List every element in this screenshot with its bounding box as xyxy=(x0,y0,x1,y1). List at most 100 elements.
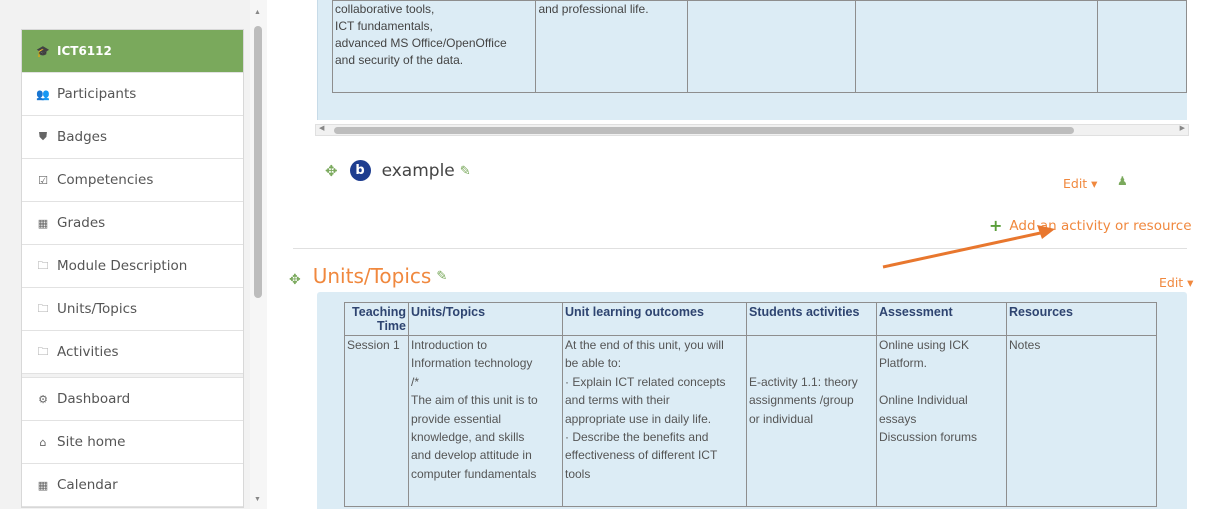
table-header-row: Teaching Time Units/Topics Unit learning… xyxy=(344,302,1157,336)
cell-line: computer fundamentals xyxy=(411,466,537,481)
sidebar-scrollbar[interactable]: ▲ ▼ xyxy=(250,0,267,509)
nav-item-label: Participants xyxy=(57,86,137,102)
cell-line: Information technology xyxy=(411,356,533,371)
cell-line: Discussion forums xyxy=(879,430,978,445)
cell-line: collaborative tools, xyxy=(335,2,435,16)
shield-icon: ⛊ xyxy=(38,130,48,143)
pencil-icon[interactable]: ✎ xyxy=(436,268,447,284)
nav-item-competencies[interactable]: ☑ Competencies xyxy=(22,159,243,202)
table-cell xyxy=(1097,0,1187,93)
cell-line: Platform. xyxy=(879,356,928,371)
nav-item-label: Dashboard xyxy=(57,391,131,407)
table-cell: collaborative tools, ICT fundamentals, a… xyxy=(331,0,537,93)
horizontal-scrollbar[interactable]: ◀ ▶ xyxy=(315,124,1189,136)
cell-line: The aim of this unit is to xyxy=(411,393,538,408)
horizontal-scrollbar-thumb[interactable] xyxy=(334,127,1074,134)
table-cell: Online using ICK Platform. Online Indivi… xyxy=(876,335,1007,507)
move-icon[interactable]: ✥ xyxy=(325,162,338,180)
nav-item-label: Module Description xyxy=(57,258,188,274)
annotation-arrow xyxy=(882,225,1055,269)
table-cell: E-activity 1.1: theory assignments /grou… xyxy=(746,335,877,507)
column-header: Assessment xyxy=(876,302,1007,336)
nav-item-participants[interactable]: 👥 Participants xyxy=(22,73,243,116)
nav-item-course[interactable]: 🎓 ICT6112 xyxy=(22,30,243,73)
nav-item-label: Badges xyxy=(57,129,108,145)
pencil-icon[interactable]: ✎ xyxy=(460,163,471,179)
scroll-down-arrow-icon[interactable]: ▼ xyxy=(254,496,261,503)
cell-line: knowledge, and skills xyxy=(411,430,525,445)
course-navigation: 🎓 ICT6112 👥 Participants ⛊ Badges ☑ Competen… xyxy=(21,29,244,508)
cell-line: provide essential xyxy=(411,411,502,426)
nav-item-calendar[interactable]: ▦ Calendar xyxy=(22,464,243,507)
cell-line: advanced MS Office/OpenOffice xyxy=(335,36,507,50)
nav-item-label: Competencies xyxy=(57,172,154,188)
cell-line: Notes xyxy=(1009,338,1041,352)
table-icon: ▦ xyxy=(37,216,49,230)
sidebar: 🎓 ICT6112 👥 Participants ⛊ Badges ☑ Competen… xyxy=(0,0,250,509)
nav-item-activities[interactable]: 🗀 Activities xyxy=(22,331,243,374)
main-content: collaborative tools, ICT fundamentals, a… xyxy=(267,0,1221,509)
cell-line: and security of the data. xyxy=(335,53,464,67)
table-cell: At the end of this unit, you will be abl… xyxy=(562,335,747,507)
dashboard-icon: ⚙ xyxy=(38,392,48,406)
scroll-up-arrow-icon[interactable]: ▲ xyxy=(254,9,261,16)
cell-line: assignments /group xyxy=(749,393,854,408)
nav-item-label: Site home xyxy=(57,434,126,450)
cell-line: tools xyxy=(565,466,591,481)
nav-item-badges[interactable]: ⛊ Badges xyxy=(22,116,243,159)
nav-item-dashboard[interactable]: ⚙ Dashboard xyxy=(22,378,243,421)
cell-line: Online using ICK xyxy=(879,338,970,352)
graduation-cap-icon: 🎓 xyxy=(36,44,50,58)
section-edit-menu[interactable]: Edit ▾ xyxy=(1159,275,1193,290)
scrollbar-thumb[interactable] xyxy=(254,26,262,298)
column-header: Students activities xyxy=(746,302,877,336)
cell-line: effectiveness of different ICT xyxy=(565,448,718,463)
nav-item-label: Units/Topics xyxy=(57,301,138,317)
cell-line xyxy=(879,373,1004,391)
user-icon[interactable]: ♟ xyxy=(1117,174,1128,188)
nav-item-site-home[interactable]: ⌂ Site home xyxy=(22,421,243,464)
cell-line: · Explain ICT related concepts xyxy=(565,374,726,389)
cell-line: be able to: xyxy=(565,356,622,371)
cell-line xyxy=(749,354,874,372)
description-box: collaborative tools, ICT fundamentals, a… xyxy=(317,0,1187,120)
description-table: collaborative tools, ICT fundamentals, a… xyxy=(331,0,1187,93)
table-cell: Notes xyxy=(1006,335,1157,507)
column-header: Teaching Time xyxy=(344,302,409,336)
scroll-left-arrow-icon[interactable]: ◀ xyxy=(319,124,324,132)
table-cell xyxy=(854,0,1099,93)
table-cell xyxy=(687,0,856,93)
table-cell: Introduction to Information technology /… xyxy=(408,335,563,507)
nav-item-units-topics[interactable]: 🗀 Units/Topics xyxy=(22,288,243,331)
activity-name-link[interactable]: example xyxy=(382,161,455,181)
cell-line: · Describe the benefits and xyxy=(565,430,709,445)
section-title[interactable]: Units/Topics xyxy=(313,264,432,288)
table-cell: Session 1 xyxy=(344,335,409,507)
calendar-icon: ▦ xyxy=(37,478,49,492)
cell-line: Online Individual xyxy=(879,393,968,408)
unit-summary-box: Teaching Time Units/Topics Unit learning… xyxy=(317,292,1187,509)
column-header: Resources xyxy=(1006,302,1157,336)
nav-item-grades[interactable]: ▦ Grades xyxy=(22,202,243,245)
cell-line: appropriate use in daily life. xyxy=(565,411,712,426)
users-icon: 👥 xyxy=(36,87,50,101)
scroll-right-arrow-icon[interactable]: ▶ xyxy=(1180,124,1185,132)
folder-icon: 🗀 xyxy=(37,344,49,358)
cell-line: Introduction to xyxy=(411,338,488,352)
nav-item-label: Calendar xyxy=(57,477,118,493)
home-icon: ⌂ xyxy=(39,435,47,449)
nav-item-module-description[interactable]: 🗀 Module Description xyxy=(22,245,243,288)
column-header: Units/Topics xyxy=(408,302,563,336)
nav-item-label: Activities xyxy=(57,344,119,360)
cell-line: ICT fundamentals, xyxy=(335,19,433,33)
units-table: Teaching Time Units/Topics Unit learning… xyxy=(344,302,1157,507)
move-icon[interactable]: ✥ xyxy=(289,271,301,288)
folder-icon: 🗀 xyxy=(37,258,49,272)
activity-row: ✥ b example ✎ xyxy=(325,160,471,181)
cell-line: At the end of this unit, you will xyxy=(565,338,724,352)
column-header: Unit learning outcomes xyxy=(562,302,747,336)
cell-line: and develop attitude in xyxy=(411,448,532,463)
activity-edit-menu[interactable]: Edit ▾ xyxy=(1063,176,1097,191)
nav-item-label: ICT6112 xyxy=(57,44,112,58)
cell-line: or individual xyxy=(749,411,814,426)
